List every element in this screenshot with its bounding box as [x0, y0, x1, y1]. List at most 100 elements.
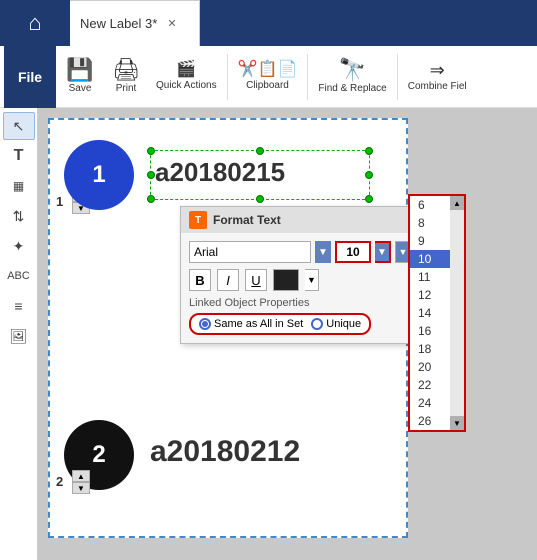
handle-bot-left[interactable] [147, 195, 155, 203]
font-size-box[interactable]: 10 [335, 241, 371, 263]
image-tool[interactable]: 🖼 [3, 322, 35, 350]
combine-button[interactable]: ⇒ Combine Fiel [402, 48, 473, 106]
toolbar: File 💾 Save 🖨 Print 🎬 Quick Actions ✂️📋📄… [0, 46, 537, 108]
scroll-down-arrow[interactable]: ▼ [450, 416, 464, 430]
format-text-panel: T Format Text Arial ▼ 10 ▼ ▼ [180, 206, 420, 344]
radio-same[interactable]: Same as All in Set [199, 318, 303, 330]
radio-unique-dot[interactable] [311, 318, 323, 330]
object1-circle[interactable]: 1 [64, 140, 134, 210]
combine-icon: ⇒ [430, 61, 445, 79]
format-icon: T [189, 211, 207, 229]
size-option-24[interactable]: 24 [410, 394, 450, 412]
color-picker[interactable] [273, 269, 299, 291]
updown-icon: ⇅ [13, 208, 25, 225]
obj1-number-label: 1 [56, 194, 63, 209]
underline-button[interactable]: U [245, 269, 267, 291]
obj2-arrow-down[interactable]: ▼ [72, 482, 90, 494]
format-panel-header: T Format Text [181, 207, 419, 233]
font-select[interactable]: Arial [189, 241, 311, 263]
document-tab[interactable]: New Label 3* ✕ [70, 0, 200, 46]
size-option-18[interactable]: 18 [410, 340, 450, 358]
barlines-icon: ≡ [14, 298, 22, 314]
clipboard-icon: ✂️📋📄 [238, 62, 298, 78]
scroll-up-arrow[interactable]: ▲ [450, 196, 464, 210]
font-row: Arial ▼ 10 ▼ ▼ [189, 241, 411, 263]
bold-button[interactable]: B [189, 269, 211, 291]
object1-label: 1 [92, 161, 105, 189]
italic-button[interactable]: I [217, 269, 239, 291]
toolbar-separator2 [307, 54, 308, 100]
radio-unique[interactable]: Unique [311, 318, 361, 330]
color-dropdown[interactable]: ▼ [305, 269, 319, 291]
toolbar-separator3 [397, 54, 398, 100]
font-dropdown-arrow[interactable]: ▼ [315, 241, 331, 263]
text-tool[interactable]: T [3, 142, 35, 170]
cursor-tool[interactable]: ✦ [3, 232, 35, 260]
style-row: B I U ▼ [189, 269, 411, 291]
obj2-arrow-up[interactable]: ▲ [72, 470, 90, 482]
size-dropdown-list: 6 8 9 10 11 12 14 16 18 20 22 24 26 ▲ ▼ [408, 194, 466, 432]
select-tool[interactable]: ↖ [3, 112, 35, 140]
size-option-20[interactable]: 20 [410, 358, 450, 376]
handle-top-right[interactable] [365, 147, 373, 155]
clipboard-button[interactable]: ✂️📋📄 Clipboard [232, 48, 304, 106]
handle-bot-right[interactable] [365, 195, 373, 203]
handle-mid-left[interactable] [147, 171, 155, 179]
home-icon: ⌂ [28, 10, 41, 36]
format-panel-title: Format Text [213, 213, 281, 227]
cursor-icon: ✦ [13, 238, 25, 255]
obj2-number-label: 2 [56, 474, 63, 489]
save-icon: 💾 [66, 59, 93, 81]
scroll-track[interactable] [450, 210, 464, 416]
handle-top-left[interactable] [147, 147, 155, 155]
object2-label: 2 [92, 441, 105, 469]
toolbar-separator [227, 54, 228, 100]
abc-tool[interactable]: ABC [3, 262, 35, 290]
tab-label: New Label 3* [80, 16, 157, 31]
size-option-9[interactable]: 9 [410, 232, 450, 250]
size-option-22[interactable]: 22 [410, 376, 450, 394]
abc-icon: ABC [7, 270, 30, 282]
size-option-10[interactable]: 10 [410, 250, 450, 268]
size-scrollbar: ▲ ▼ [450, 196, 464, 430]
size-option-26[interactable]: 26 [410, 412, 450, 430]
barcode-icon: ▦ [13, 179, 24, 193]
text-icon: T [14, 147, 24, 165]
print-button[interactable]: 🖨 Print [104, 48, 148, 106]
size-option-6[interactable]: 6 [410, 196, 450, 214]
radio-same-dot[interactable] [199, 318, 211, 330]
file-button[interactable]: File [4, 46, 56, 108]
tools-panel: ↖ T ▦ ⇅ ✦ ABC ≡ 🖼 [0, 108, 38, 560]
handle-bot-mid[interactable] [256, 195, 264, 203]
label-canvas[interactable]: 1 1 ▲ ▼ a20180215 [48, 118, 408, 538]
text-content-2: a20180212 [150, 435, 300, 469]
up-down-tool[interactable]: ⇅ [3, 202, 35, 230]
main-area: ↖ T ▦ ⇅ ✦ ABC ≡ 🖼 1 [0, 108, 537, 560]
font-size-dropdown-arrow[interactable]: ▼ [375, 241, 391, 263]
size-option-12[interactable]: 12 [410, 286, 450, 304]
linked-object-label: Linked Object Properties [189, 297, 411, 309]
home-button[interactable]: ⌂ [0, 0, 70, 46]
tab-close-button[interactable]: ✕ [167, 17, 176, 30]
format-panel-body: Arial ▼ 10 ▼ ▼ B [181, 233, 419, 343]
quick-actions-icon: 🎬 [176, 62, 196, 78]
find-replace-button[interactable]: 🔭 Find & Replace [312, 48, 392, 106]
select-icon: ↖ [13, 118, 25, 135]
handle-mid-right[interactable] [365, 171, 373, 179]
handle-top-mid[interactable] [256, 147, 264, 155]
size-option-16[interactable]: 16 [410, 322, 450, 340]
print-icon: 🖨 [112, 59, 140, 81]
save-button[interactable]: 💾 Save [58, 48, 102, 106]
canvas-area[interactable]: 1 1 ▲ ▼ a20180215 [38, 108, 537, 560]
find-replace-icon: 🔭 [339, 59, 366, 81]
size-option-8[interactable]: 8 [410, 214, 450, 232]
quick-actions-button[interactable]: 🎬 Quick Actions [150, 48, 223, 106]
barcode-tool[interactable]: ▦ [3, 172, 35, 200]
obj2-arrow-controls: ▲ ▼ [72, 470, 90, 494]
text-object1[interactable]: a20180215 [150, 150, 370, 200]
text-content-1: a20180215 [155, 157, 285, 188]
size-option-14[interactable]: 14 [410, 304, 450, 322]
barlines-tool[interactable]: ≡ [3, 292, 35, 320]
image-icon: 🖼 [10, 328, 28, 345]
size-option-11[interactable]: 11 [410, 268, 450, 286]
